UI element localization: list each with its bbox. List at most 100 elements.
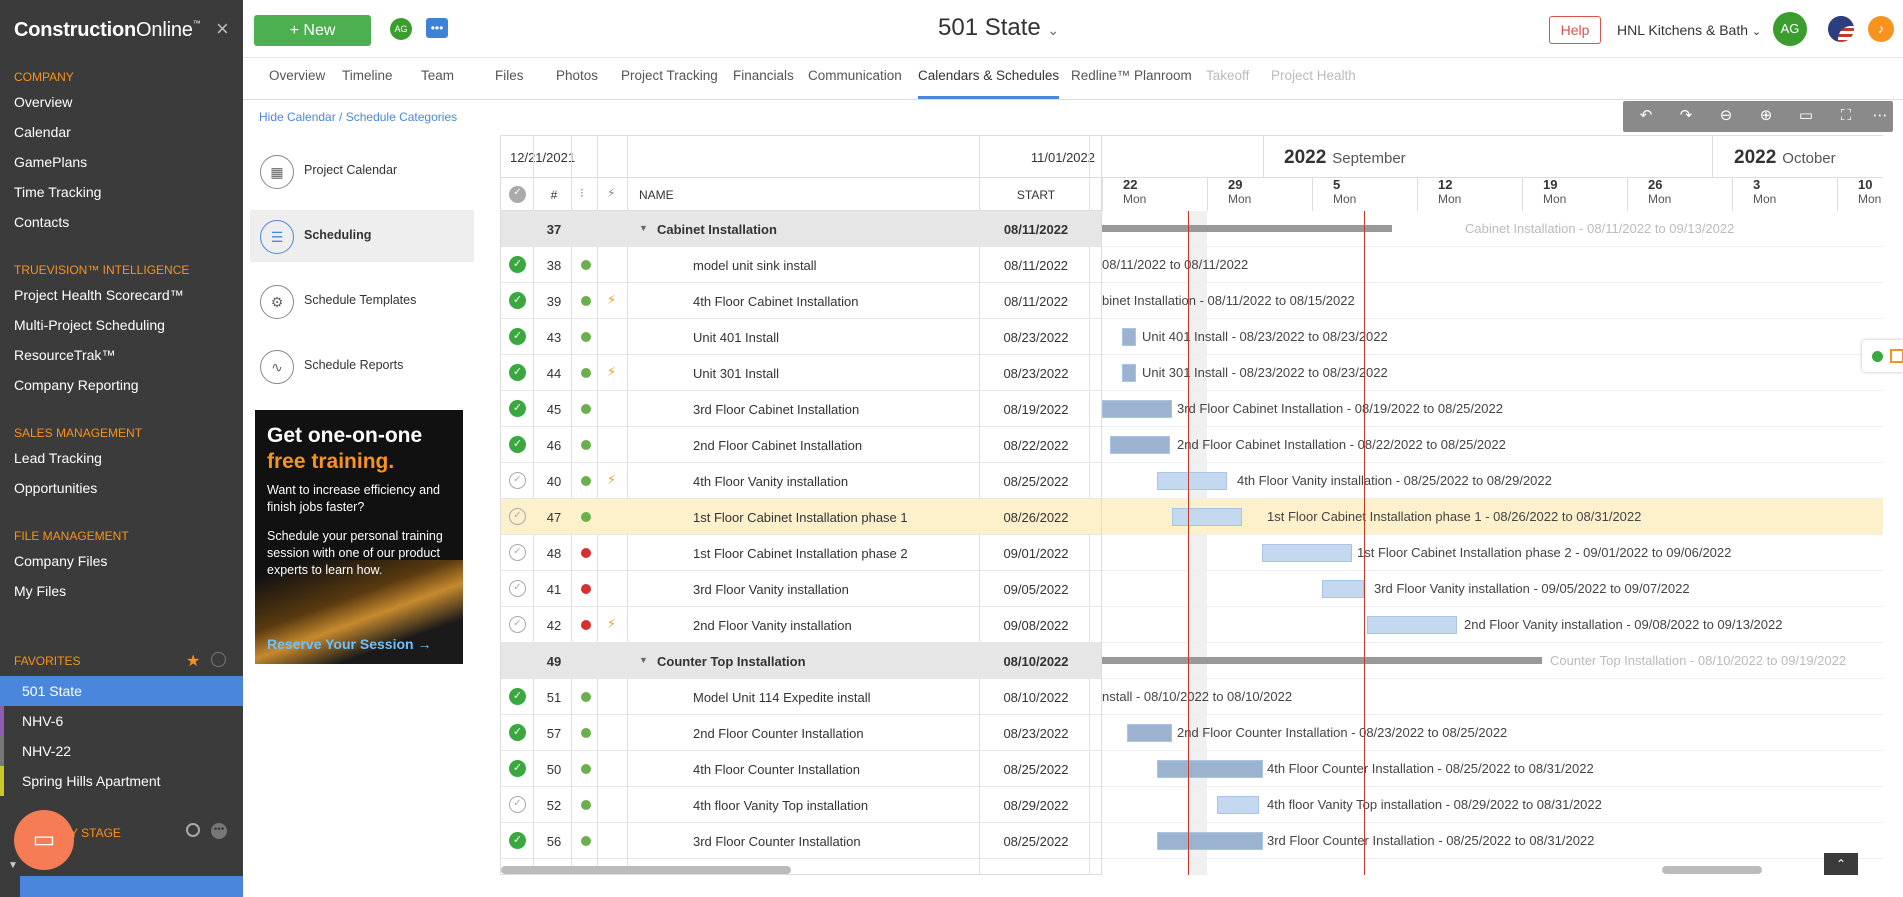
incomplete-check-icon[interactable]: ✓	[509, 508, 526, 525]
task-group-row[interactable]: 49 ▼ Counter Top Installation 08/10/2022	[501, 643, 1101, 679]
task-group-row[interactable]: 37 ▼ Cabinet Installation 08/11/2022	[501, 211, 1101, 247]
sidebar-item[interactable]: Opportunities	[14, 480, 97, 496]
sidebar-item[interactable]: Multi-Project Scheduling	[14, 317, 165, 333]
incomplete-check-icon[interactable]: ✓	[509, 616, 526, 633]
task-row[interactable]: ✓ 45 3rd Floor Cabinet Installation 08/19/2…	[501, 391, 1101, 427]
gantt-task-bar[interactable]	[1322, 580, 1364, 598]
completed-check-icon[interactable]: ✓	[509, 328, 526, 345]
training-promo[interactable]: Get one-on-one free training. Want to in…	[255, 410, 463, 664]
close-sidebar-icon[interactable]: ×	[216, 16, 229, 42]
task-row[interactable]: ✓ 48 1st Floor Cabinet Installation phase …	[501, 535, 1101, 571]
gantt-task-bar[interactable]	[1157, 472, 1227, 490]
task-row[interactable]: ✓ 47 1st Floor Cabinet Installation phase …	[501, 499, 1101, 535]
col-start[interactable]: START	[981, 188, 1091, 202]
zoom-out-icon[interactable]: ⊖	[1717, 107, 1735, 125]
user-avatar-small[interactable]: AG	[390, 18, 412, 40]
task-row[interactable]: ✓ 40 ⚡ 4th Floor Vanity installation 08/25/2…	[501, 463, 1101, 499]
favorite-project[interactable]: NHV-22	[0, 736, 243, 766]
incomplete-check-icon[interactable]: ✓	[509, 796, 526, 813]
tab-item[interactable]: Team	[421, 58, 454, 99]
scroll-top-button[interactable]: ⌃	[1824, 853, 1858, 875]
task-row[interactable]: ✓ 44 ⚡ Unit 301 Install 08/23/2022	[501, 355, 1101, 391]
task-name[interactable]: Unit 301 Install	[693, 366, 779, 381]
completed-check-icon[interactable]: ✓	[509, 724, 526, 741]
favorite-project[interactable]: Spring Hills Apartment	[0, 766, 243, 796]
task-row[interactable]: ✓ 42 ⚡ 2nd Floor Vanity installation 09/08/2…	[501, 607, 1101, 643]
tab-item[interactable]: Financials	[733, 58, 794, 99]
task-name[interactable]: Model Unit 114 Expedite install	[693, 690, 871, 705]
gantt-task-bar[interactable]	[1262, 544, 1352, 562]
gantt-task-bar[interactable]	[1127, 724, 1172, 742]
task-name[interactable]: 4th Floor Cabinet Installation	[693, 294, 858, 309]
gantt-task-bar[interactable]	[1172, 508, 1242, 526]
task-row[interactable]: ✓ 50 4th Floor Counter Installation 08/25/2…	[501, 751, 1101, 787]
gantt-task-bar[interactable]	[1217, 796, 1259, 814]
incomplete-check-icon[interactable]: ✓	[509, 472, 526, 489]
grid-scrollbar[interactable]	[501, 866, 791, 874]
task-start-date[interactable]: 08/26/2022	[981, 510, 1091, 525]
task-row[interactable]: ✓ 52 4th floor Vanity Top installation 08/2…	[501, 787, 1101, 823]
critical-path-icon[interactable]: ▭	[1797, 107, 1815, 125]
incomplete-check-icon[interactable]: ✓	[509, 580, 526, 597]
more-icon[interactable]: •••	[211, 823, 227, 839]
tab-item[interactable]: Calendars & Schedules	[918, 58, 1060, 99]
reserve-session-link[interactable]: Reserve Your Session →	[267, 636, 431, 652]
task-row[interactable]: ✓ 39 ⚡ 4th Floor Cabinet Installation 08/11/…	[501, 283, 1101, 319]
collapse-triangle-icon[interactable]: ▼	[639, 223, 648, 233]
task-name[interactable]: 4th floor Vanity Top installation	[693, 798, 868, 813]
task-name[interactable]: Counter Top Installation	[657, 654, 806, 669]
collapse-triangle-icon[interactable]: ▼	[639, 655, 648, 665]
col-name[interactable]: NAME	[639, 188, 674, 202]
tab-item[interactable]: Overview	[269, 58, 325, 99]
history-icon[interactable]	[211, 652, 226, 667]
sidebar-item[interactable]: Calendar	[14, 124, 71, 140]
calendar-nav-item[interactable]: ▦ Project Calendar	[250, 145, 474, 197]
task-name[interactable]: 3rd Floor Vanity installation	[693, 582, 849, 597]
task-start-date[interactable]: 08/25/2022	[981, 474, 1091, 489]
task-start-date[interactable]: 08/25/2022	[981, 762, 1091, 777]
task-start-date[interactable]: 09/05/2022	[981, 582, 1091, 597]
task-row[interactable]: ✓ 46 2nd Floor Cabinet Installation 08/22/2…	[501, 427, 1101, 463]
task-start-date[interactable]: 08/10/2022	[981, 654, 1091, 669]
task-start-date[interactable]: 08/23/2022	[981, 330, 1091, 345]
task-row[interactable]: ✓ 57 2nd Floor Counter Installation 08/23/2…	[501, 715, 1101, 751]
task-start-date[interactable]: 08/23/2022	[981, 726, 1091, 741]
gantt-task-bar[interactable]	[1157, 760, 1263, 778]
sidebar-item[interactable]: Project Health Scorecard™	[14, 287, 184, 303]
gantt-task-bar[interactable]	[1122, 328, 1136, 346]
task-start-date[interactable]: 08/10/2022	[981, 690, 1091, 705]
task-name[interactable]: 1st Floor Cabinet Installation phase 1	[693, 510, 908, 525]
more-options-icon[interactable]: ⋯	[1871, 107, 1889, 125]
tab-item[interactable]: Takeoff	[1206, 58, 1249, 99]
task-start-date[interactable]: 08/23/2022	[981, 366, 1091, 381]
completed-check-icon[interactable]: ✓	[509, 832, 526, 849]
sidebar-item[interactable]: Contacts	[14, 214, 69, 230]
task-name[interactable]: 3rd Floor Cabinet Installation	[693, 402, 859, 417]
task-start-date[interactable]: 08/22/2022	[981, 438, 1091, 453]
task-name[interactable]: Unit 401 Install	[693, 330, 779, 345]
new-button[interactable]: + New	[254, 15, 371, 46]
sidebar-item[interactable]: My Files	[14, 583, 66, 599]
task-row[interactable]: ✓ 38 model unit sink install 08/11/2022	[501, 247, 1101, 283]
gantt-task-bar[interactable]	[1367, 616, 1457, 634]
task-row[interactable]: ✓ 51 Model Unit 114 Expedite install 08/10/…	[501, 679, 1101, 715]
task-name[interactable]: 3rd Floor Counter Installation	[693, 834, 861, 849]
task-name[interactable]: 4th Floor Counter Installation	[693, 762, 860, 777]
task-start-date[interactable]: 08/11/2022	[981, 222, 1091, 237]
task-row[interactable]: ✓ 56 3rd Floor Counter Installation 08/25/2…	[501, 823, 1101, 859]
notifications-bell-icon[interactable]: ♪	[1868, 16, 1894, 42]
tab-item[interactable]: Redline™ Planroom	[1071, 58, 1192, 99]
project-title[interactable]: 501 State ⌄	[938, 14, 1059, 42]
brand-logo[interactable]: ConstructionOnline™	[14, 19, 201, 42]
flag-icon[interactable]	[1828, 16, 1854, 42]
completed-check-icon[interactable]: ✓	[509, 436, 526, 453]
gantt-task-bar[interactable]	[1102, 400, 1172, 418]
grid-end-date[interactable]: 11/01/2022	[1031, 150, 1095, 165]
user-avatar[interactable]: AG	[1773, 12, 1807, 46]
favorite-project[interactable]: NHV-6	[0, 706, 243, 736]
col-num[interactable]: #	[539, 188, 569, 202]
task-row[interactable]: ✓ 41 3rd Floor Vanity installation 09/05/20…	[501, 571, 1101, 607]
task-name[interactable]: Cabinet Installation	[657, 222, 777, 237]
company-selector[interactable]: HNL Kitchens & Bath ⌄	[1617, 22, 1761, 38]
side-widget[interactable]	[1862, 340, 1903, 372]
